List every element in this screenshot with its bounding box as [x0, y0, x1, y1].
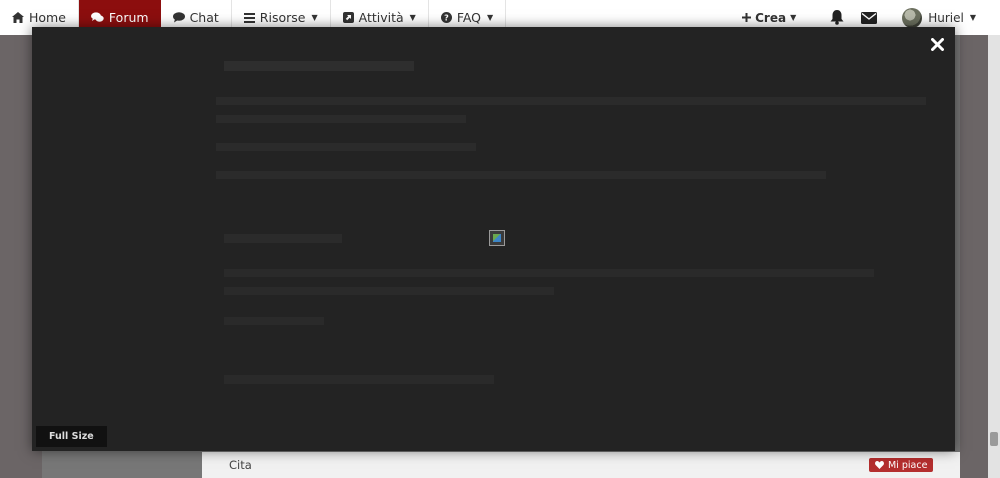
page-scrollbar[interactable] [988, 35, 1000, 478]
heart-icon [875, 461, 884, 469]
scrollbar-thumb[interactable] [990, 432, 998, 446]
messages-button[interactable] [858, 11, 880, 24]
close-icon [930, 37, 944, 51]
user-name: Huriel [928, 10, 964, 25]
bell-icon [830, 10, 844, 25]
chevron-down-icon: ▼ [790, 13, 797, 22]
nav-chat-label: Chat [189, 10, 219, 25]
svg-text:?: ? [444, 13, 449, 22]
chevron-down-icon: ▼ [969, 13, 976, 22]
full-size-button[interactable]: Full Size [36, 426, 107, 447]
comments-icon [90, 12, 104, 22]
create-button[interactable]: Crea ▼ [742, 11, 796, 25]
ghost-row [224, 317, 324, 325]
quote-link[interactable]: Cita [229, 458, 252, 472]
chevron-down-icon: ▼ [409, 13, 416, 22]
nav-faq-label: FAQ [456, 10, 482, 25]
close-button[interactable] [928, 35, 946, 53]
ghost-row [224, 234, 342, 243]
ghost-row [224, 287, 554, 295]
user-dropdown[interactable]: Huriel ▼ [902, 7, 976, 28]
ghost-row [224, 375, 494, 384]
ghost-row [224, 61, 414, 71]
question-circle-icon: ? [440, 12, 452, 23]
nav-attivita-label: Attività [358, 10, 404, 25]
external-square-icon [342, 12, 354, 23]
like-label: Mi piace [888, 459, 928, 471]
bars-icon [243, 12, 255, 23]
image-lightbox: Full Size [32, 27, 955, 451]
create-label: Crea [755, 10, 787, 25]
chevron-down-icon: ▼ [311, 13, 318, 22]
ghost-row [216, 171, 826, 179]
envelope-icon [861, 11, 878, 24]
comment-icon [172, 12, 185, 23]
broken-image-icon [489, 230, 505, 246]
ghost-row [224, 269, 874, 277]
plus-icon [742, 13, 752, 22]
avatar [902, 7, 923, 28]
post-footer [202, 452, 960, 478]
ghost-row [216, 97, 926, 105]
nav-forum-label: Forum [108, 10, 149, 25]
nav-risorse-label: Risorse [259, 10, 306, 25]
home-icon [12, 12, 24, 23]
like-button[interactable]: Mi piace [869, 458, 934, 472]
ghost-row [216, 115, 466, 123]
nav-home-label: Home [29, 10, 66, 25]
ghost-row [216, 143, 476, 151]
chevron-down-icon: ▼ [487, 13, 494, 22]
notifications-button[interactable] [826, 10, 848, 25]
